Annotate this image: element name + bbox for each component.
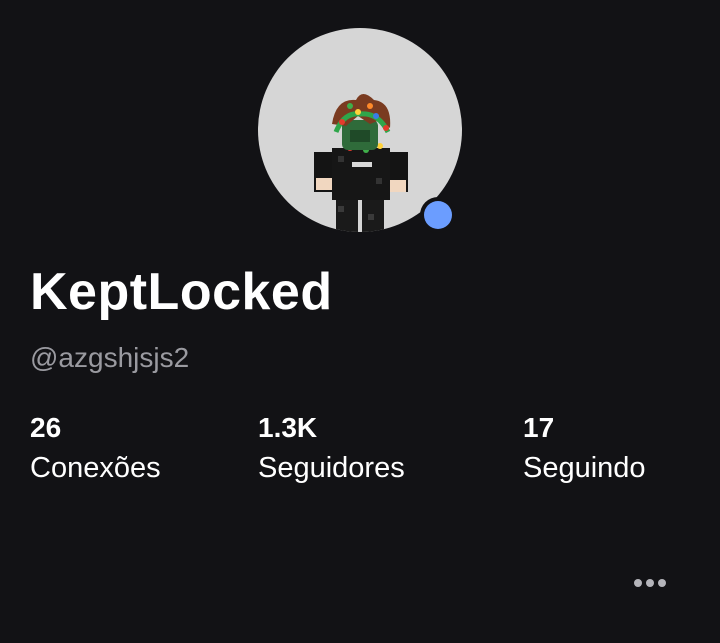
more-dot xyxy=(646,579,654,587)
following-label: Seguindo xyxy=(523,452,646,484)
stat-following[interactable]: 17 Seguindo xyxy=(523,410,646,490)
connections-count: 26 xyxy=(30,412,62,443)
more-horizontal-icon xyxy=(634,579,642,587)
stat-followers[interactable]: 1.3K Seguidores xyxy=(258,410,405,490)
connections-label: Conexões xyxy=(30,452,161,484)
followers-count: 1.3K xyxy=(258,412,318,443)
online-status-indicator xyxy=(424,201,452,229)
more-options-button[interactable] xyxy=(628,570,672,596)
followers-label: Seguidores xyxy=(258,452,405,484)
following-count: 17 xyxy=(523,412,555,443)
username: @azgshjsjs2 xyxy=(30,342,190,373)
more-dot xyxy=(658,579,666,587)
avatar-container[interactable] xyxy=(258,28,462,232)
profile-page: KeptLocked @azgshjsjs2 26 Conexões 1.3K … xyxy=(0,0,720,643)
display-name: KeptLocked xyxy=(30,263,333,321)
stat-connections[interactable]: 26 Conexões xyxy=(30,410,161,490)
